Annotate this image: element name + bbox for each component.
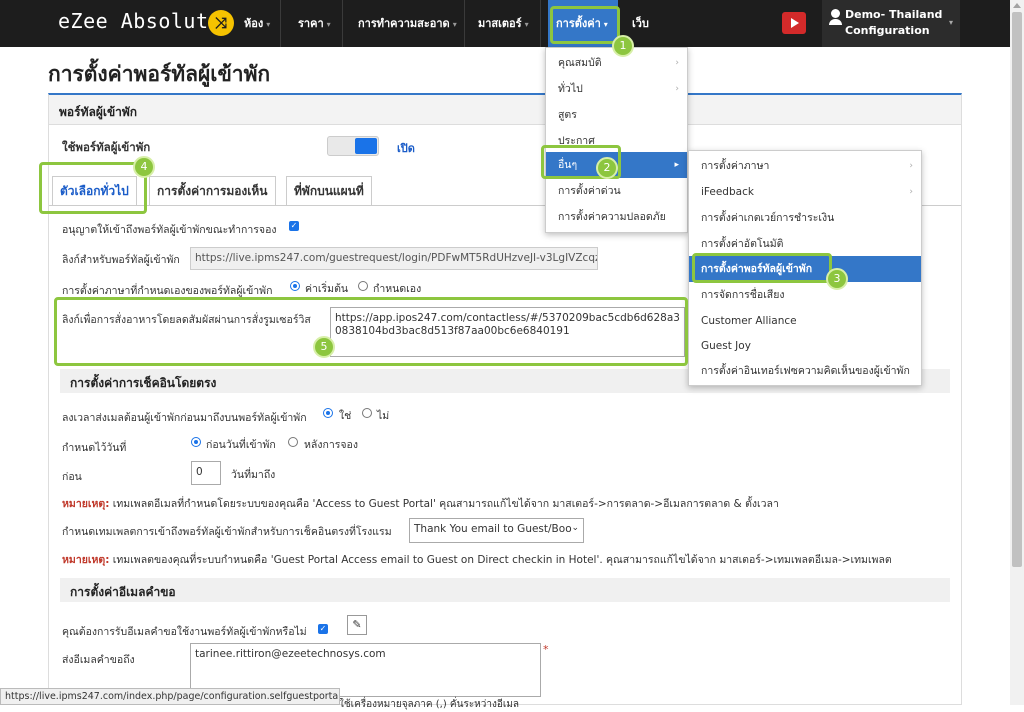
reminder-label: ลงเวลาส่งเมลต้อนผู้เข้าพักก่อนมาถึงบนพอร… xyxy=(62,412,307,424)
step-badge-3: 3 xyxy=(826,268,848,290)
required-mark: * xyxy=(543,643,549,656)
menu-item-formula[interactable]: สูตร xyxy=(546,102,687,128)
reminder-no-radio[interactable] xyxy=(362,408,372,418)
menu-item-reputation-management[interactable]: การจัดการชื่อเสียง xyxy=(689,282,921,308)
note-access-template: หมายเหตุ: เทมเพลตอีเมลที่กำหนดโดยระบบของ… xyxy=(62,498,779,510)
step-badge-4: 4 xyxy=(133,156,155,178)
highlight-settings-nav xyxy=(550,6,620,44)
highlight-guest-portal-item xyxy=(692,253,832,283)
checkin-heading: การตั้งค่าการเช็คอินโดยตรง xyxy=(70,376,217,390)
panel-heading-text: พอร์ทัลผู้เข้าพัก xyxy=(59,105,138,119)
menu-item-quick-settings[interactable]: การตั้งค่าด่วน xyxy=(546,178,687,204)
lang-default-radio[interactable] xyxy=(290,281,300,291)
panel-heading: พอร์ทัลผู้เข้าพัก xyxy=(49,95,961,125)
before-arrival-radio[interactable] xyxy=(191,437,201,447)
tab-map-location[interactable]: ที่พักบนแผนที่ xyxy=(286,176,372,206)
portal-link-label: ลิงก์สำหรับพอร์ทัลผู้เข้าพัก xyxy=(62,254,180,266)
send-email-label: ส่งอีเมลคำขอถึง xyxy=(62,654,135,666)
nav-rooms[interactable]: ห้อง ▾ xyxy=(236,0,278,47)
step-badge-2: 2 xyxy=(596,157,618,179)
chevron-down-icon: ▾ xyxy=(949,18,954,27)
after-booking-radio[interactable] xyxy=(288,437,298,447)
lang-custom-radio[interactable] xyxy=(358,281,368,291)
reminder-yes-radio[interactable] xyxy=(323,408,333,418)
highlight-contactless-row xyxy=(54,297,688,366)
scrollbar-thumb[interactable] xyxy=(1012,12,1022,567)
menu-item-payment-gateway[interactable]: การตั้งค่าเกตเวย์การชำระเงิน xyxy=(689,205,921,231)
want-email-label: คุณต้องการรับอีเมลคำขอใช้งานพอร์ทัลผู้เข… xyxy=(62,626,307,638)
user-icon xyxy=(831,9,840,18)
menu-item-ifeedback[interactable]: iFeedback › xyxy=(689,179,921,205)
reminder-yes-label: ใช่ xyxy=(339,410,352,422)
use-portal-toggle[interactable] xyxy=(327,136,379,156)
menu-item-guest-joy[interactable]: Guest Joy xyxy=(689,333,921,359)
menu-item-security-settings[interactable]: การตั้งค่าความปลอดภัย xyxy=(546,204,687,230)
step-badge-1: 1 xyxy=(612,35,634,57)
want-email-checkbox[interactable]: ✓ xyxy=(318,624,328,634)
template-select[interactable]: Thank You email to Guest/Boo ⌄ xyxy=(409,518,584,543)
after-booking-label: หลังการจอง xyxy=(304,439,358,451)
note-direct-checkin-template: หมายเหตุ: เทมเพลตของคุณที่ระบบกำหนดคือ '… xyxy=(62,554,892,566)
pencil-icon[interactable]: ✎ xyxy=(347,615,367,635)
days-unit-label: วันที่มาถึง xyxy=(231,469,276,481)
allow-portal-label: อนุญาตให้เข้าถึงพอร์ทัลผู้เข้าพักขณะทำกา… xyxy=(62,224,277,236)
chevron-down-icon: ⌄ xyxy=(571,523,579,533)
app-logo[interactable]: eZee Absolute xyxy=(58,9,221,33)
use-portal-label: ใช้พอร์ทัลผู้เข้าพัก xyxy=(62,140,151,154)
tab-visibility-settings[interactable]: การตั้งค่าการมองเห็น xyxy=(149,176,276,206)
lang-custom-label: กำหนดเอง xyxy=(373,283,422,295)
user-config-label: Configuration xyxy=(845,24,930,37)
nav-masters[interactable]: มาสเตอร์ ▾ xyxy=(470,0,537,47)
toggle-state-label: เปิด xyxy=(397,142,415,155)
youtube-icon[interactable] xyxy=(782,12,806,34)
page-title: การตั้งค่าพอร์ทัลผู้เข้าพัก xyxy=(48,62,271,86)
shuffle-icon[interactable]: ⤨ xyxy=(208,10,234,36)
email-heading: การตั้งค่าอีเมลคำขอ xyxy=(70,585,176,599)
menu-item-feedback-interface[interactable]: การตั้งค่าอินเทอร์เฟซความคิดเห็นของผู้เข… xyxy=(689,358,921,384)
highlight-general-tab xyxy=(39,162,147,214)
menu-item-language-settings[interactable]: การตั้งค่าภาษา › xyxy=(689,153,921,179)
template-label: กำหนดเทมเพลตการเข้าถึงพอร์ทัลผู้เข้าพักส… xyxy=(62,526,392,538)
settings-dropdown: คุณสมบัติ › ทั่วไป › สูตร ประกาศ อื่นๆ ▸ กา… xyxy=(545,47,688,233)
portal-link-field[interactable]: https://live.ipms247.com/guestrequest/lo… xyxy=(190,247,598,270)
menu-item-customer-alliance[interactable]: Customer Alliance xyxy=(689,308,921,334)
scroll-up-icon[interactable] xyxy=(1013,3,1021,8)
email-section-header: การตั้งค่าอีเมลคำขอ xyxy=(60,578,950,602)
user-menu[interactable]: Demo- Thailand Configuration ▾ xyxy=(822,0,960,47)
nav-housekeeping[interactable]: การทำความสะอาด ▾ xyxy=(350,0,465,47)
before-arrival-label: ก่อนวันที่เข้าพัก xyxy=(206,439,276,451)
step-badge-5: 5 xyxy=(313,336,335,358)
template-selected-value: Thank You email to Guest/Boo xyxy=(414,523,572,535)
reminder-no-label: ไม่ xyxy=(377,410,390,422)
user-name: Demo- Thailand xyxy=(845,8,943,21)
before-label: ก่อน xyxy=(62,471,82,483)
menu-item-general[interactable]: ทั่วไป › xyxy=(546,76,687,102)
nav-rates[interactable]: ราคา ▾ xyxy=(290,0,339,47)
allow-portal-checkbox[interactable]: ✓ xyxy=(289,221,299,231)
lang-default-label: ค่าเริ่มต้น xyxy=(305,283,349,295)
days-before-input[interactable]: 0 xyxy=(191,461,221,485)
status-bar-url: https://live.ipms247.com/index.php/page/… xyxy=(0,688,340,705)
schedule-label: กำหนดไว้วันที่ xyxy=(62,442,127,454)
